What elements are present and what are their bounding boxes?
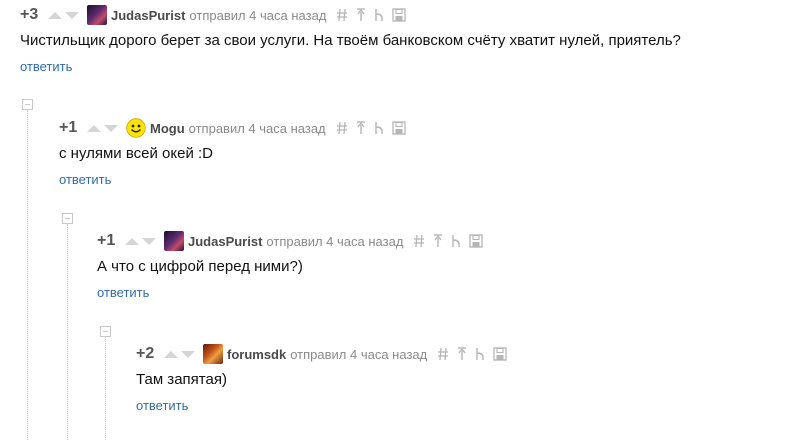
comment: +2 forumsdk отправил 4 часа назад Там за…	[136, 343, 507, 415]
vote-down-icon[interactable]	[142, 237, 156, 245]
vote-up-icon[interactable]	[87, 124, 101, 132]
author-name[interactable]: JudasPurist	[188, 234, 262, 249]
vote-up-icon[interactable]	[164, 350, 178, 358]
comment-score: +1	[59, 119, 78, 136]
reply-branch-icon[interactable]	[475, 347, 485, 361]
comment-body: Чистильщик дорого берет за свои услуги. …	[20, 32, 681, 49]
comment-meta: отправил 4 часа назад	[290, 346, 428, 362]
collapse-icon[interactable]	[100, 326, 111, 337]
reply-branch-icon[interactable]	[374, 8, 384, 22]
thread-line	[67, 224, 68, 440]
arrow-up-icon[interactable]	[356, 121, 366, 135]
comment: +1 Mogu отправил 4 часа назад с нулями в…	[59, 117, 406, 189]
hash-icon[interactable]	[336, 8, 348, 22]
comment-header: +2 forumsdk отправил 4 часа назад	[136, 343, 507, 365]
avatar[interactable]	[87, 5, 107, 25]
collapse-icon[interactable]	[62, 213, 73, 224]
hash-icon[interactable]	[336, 121, 348, 135]
vote-down-icon[interactable]	[65, 11, 79, 19]
save-icon[interactable]	[392, 121, 406, 135]
comment-body: с нулями всей окей :D	[59, 145, 214, 162]
comment: +1 JudasPurist отправил 4 часа назад А ч…	[97, 230, 484, 302]
comment-body: А что с цифрой перед ними?)	[97, 258, 303, 275]
vote-down-icon[interactable]	[104, 124, 118, 132]
comment-score: +2	[136, 345, 155, 362]
comment-meta: отправил 4 часа назад	[189, 7, 327, 23]
save-icon[interactable]	[392, 8, 407, 22]
hash-icon[interactable]	[413, 234, 425, 248]
comment-body: Там запятая)	[136, 371, 227, 388]
reply-branch-icon[interactable]	[374, 121, 384, 135]
collapse-icon[interactable]	[22, 99, 33, 110]
smiley-icon	[126, 118, 146, 138]
hash-icon[interactable]	[437, 347, 449, 361]
comment: +3 JudasPurist отправил 4 часа назад Чис…	[20, 4, 681, 76]
reply-branch-icon[interactable]	[451, 234, 461, 248]
save-icon[interactable]	[469, 234, 484, 248]
reply-link[interactable]: ответить	[136, 398, 188, 413]
comment-header: +3 JudasPurist отправил 4 часа назад	[20, 4, 681, 26]
thread-line	[27, 110, 28, 440]
arrow-up-icon[interactable]	[356, 8, 366, 22]
comment-score: +1	[97, 232, 116, 249]
comment-meta: отправил 4 часа назад	[188, 120, 326, 136]
reply-link[interactable]: ответить	[59, 172, 111, 187]
comment-score: +3	[20, 6, 39, 23]
author-name[interactable]: Mogu	[150, 121, 185, 136]
vote-up-icon[interactable]	[48, 11, 62, 19]
author-name[interactable]: JudasPurist	[111, 8, 185, 23]
reply-link[interactable]: ответить	[97, 285, 149, 300]
avatar[interactable]	[164, 231, 184, 251]
arrow-up-icon[interactable]	[457, 347, 467, 361]
thread-line	[105, 337, 106, 440]
comment-header: +1 Mogu отправил 4 часа назад	[59, 117, 406, 139]
arrow-up-icon[interactable]	[433, 234, 443, 248]
author-name[interactable]: forumsdk	[227, 347, 286, 362]
vote-down-icon[interactable]	[181, 350, 195, 358]
comment-header: +1 JudasPurist отправил 4 часа назад	[97, 230, 484, 252]
comment-meta: отправил 4 часа назад	[266, 233, 404, 249]
avatar[interactable]	[203, 344, 223, 364]
avatar[interactable]	[126, 118, 146, 138]
save-icon[interactable]	[493, 347, 507, 361]
reply-link[interactable]: ответить	[20, 59, 72, 74]
vote-up-icon[interactable]	[125, 237, 139, 245]
